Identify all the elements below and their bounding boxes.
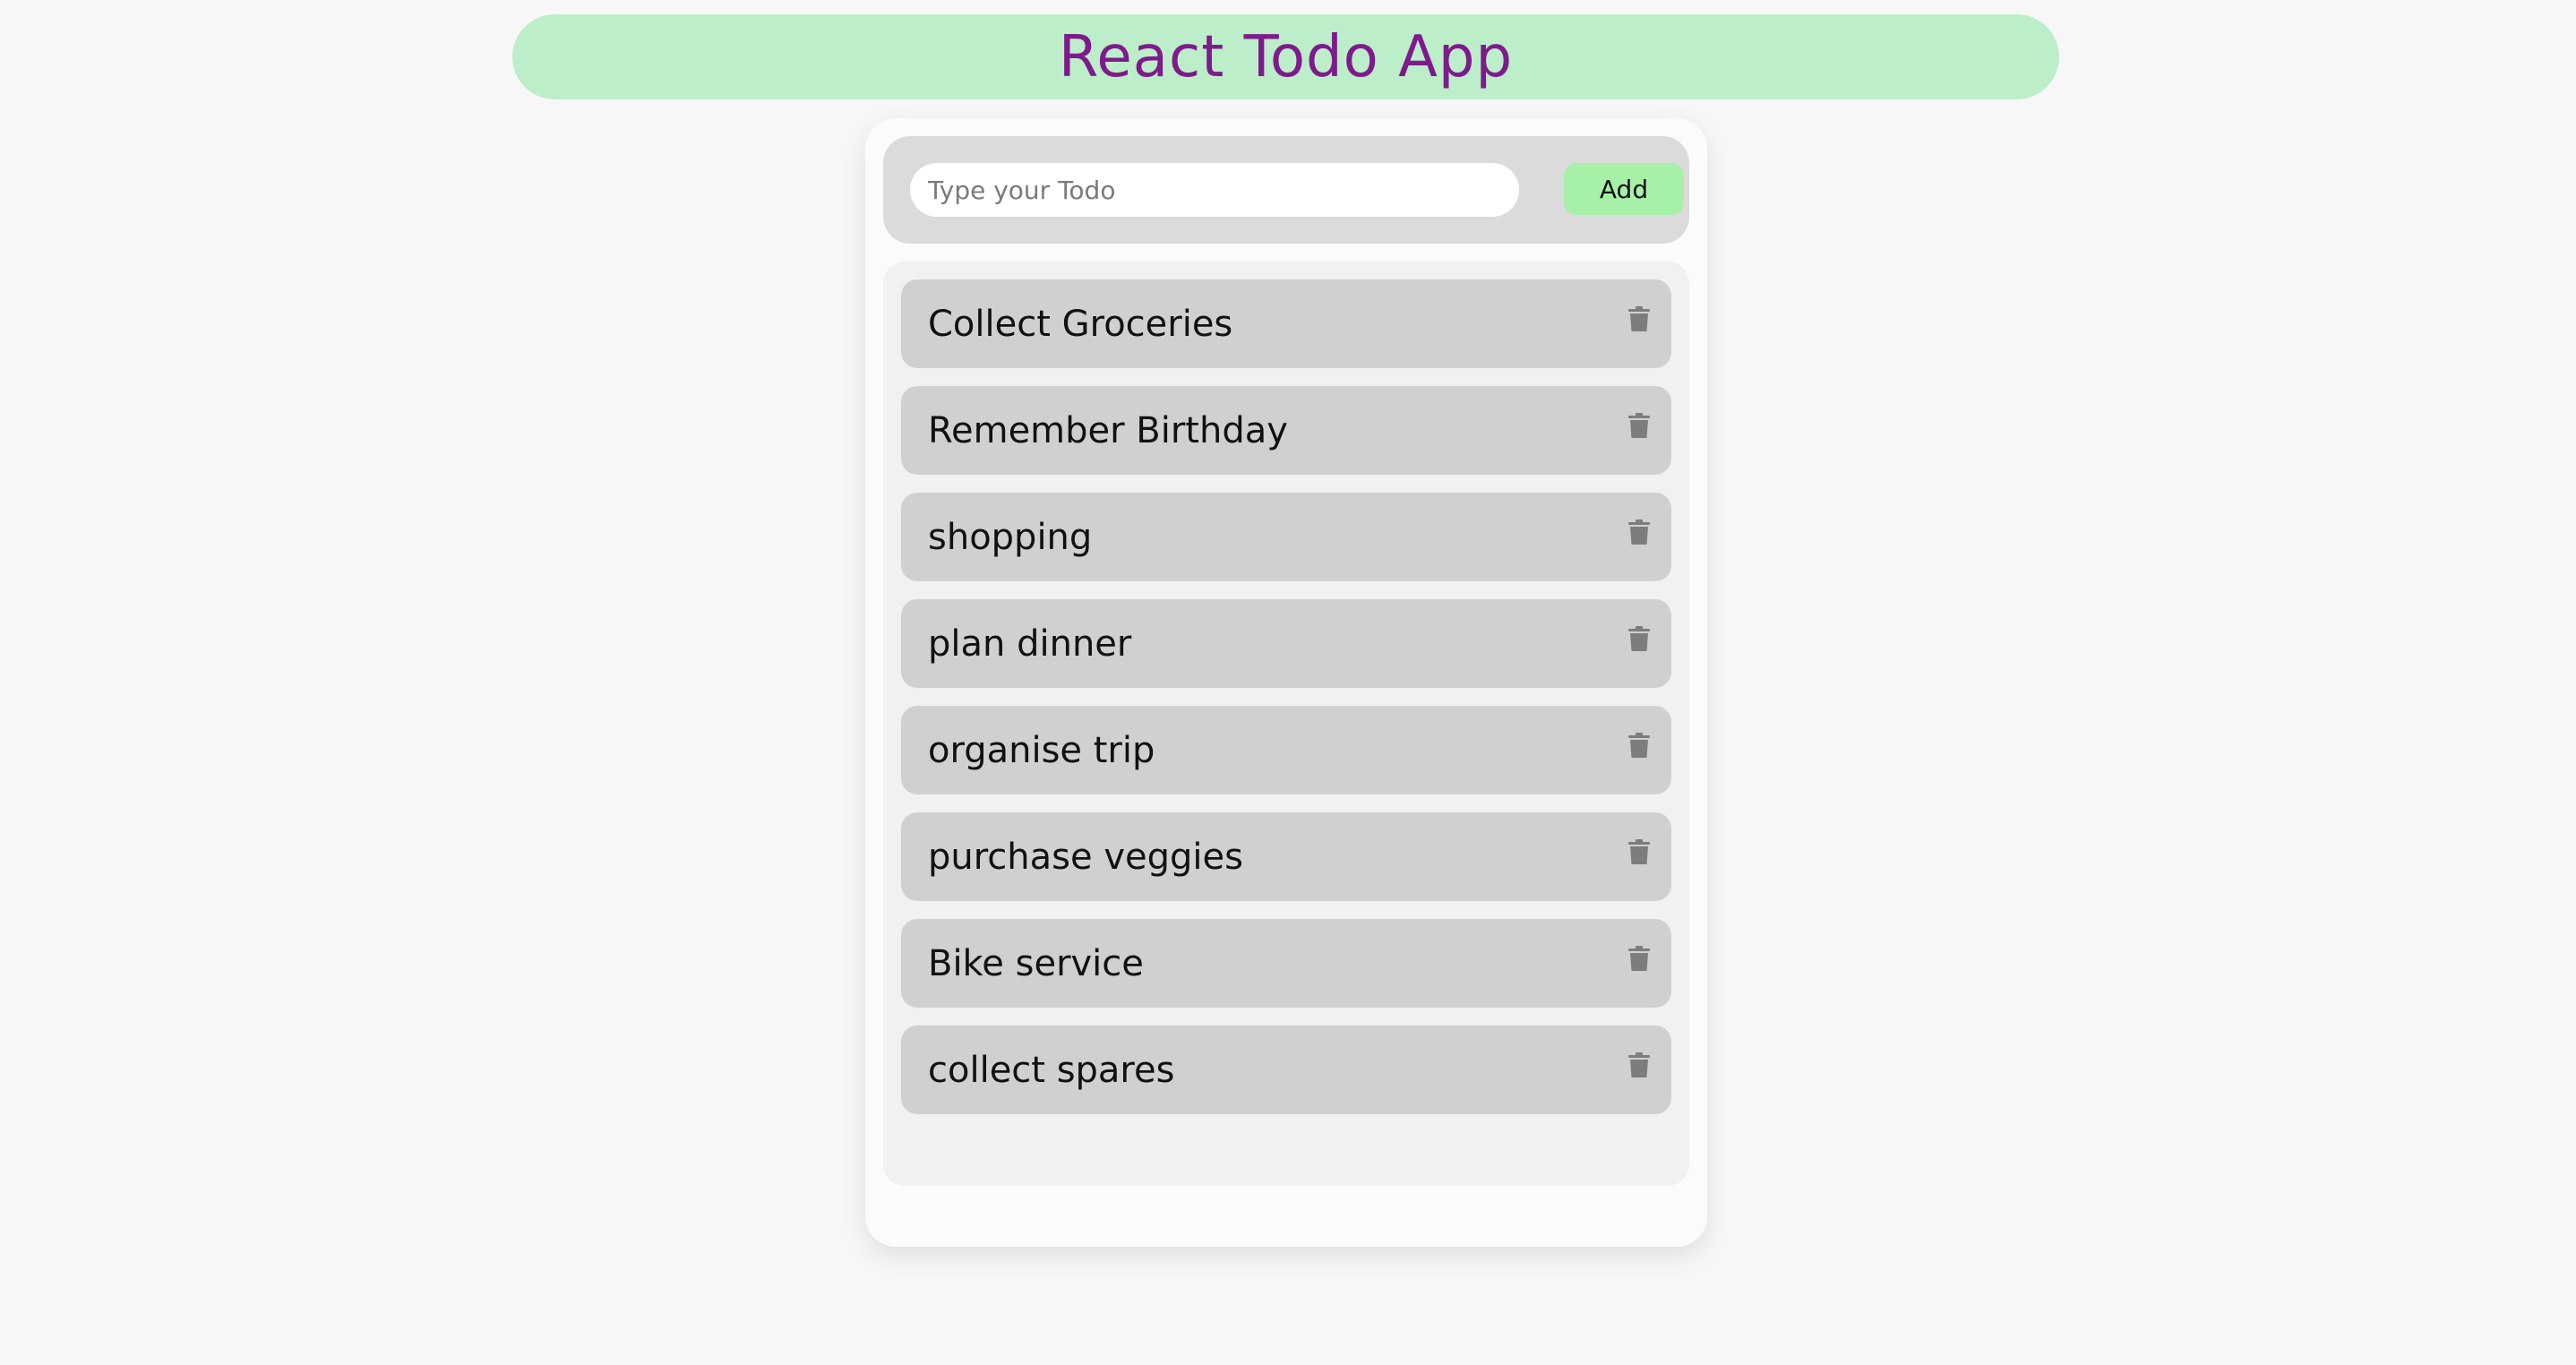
todo-form: Add bbox=[883, 136, 1689, 244]
page: React Todo App Add Collect Groceries Rem… bbox=[0, 0, 2576, 1365]
todo-text: Bike service bbox=[928, 942, 1144, 984]
todo-text: purchase veggies bbox=[928, 836, 1243, 878]
todo-item: plan dinner bbox=[901, 599, 1671, 688]
trash-icon[interactable] bbox=[1628, 1052, 1650, 1077]
app-title: React Todo App bbox=[1058, 23, 1514, 90]
todo-item: collect spares bbox=[901, 1026, 1671, 1114]
trash-icon[interactable] bbox=[1628, 626, 1650, 651]
add-button[interactable]: Add bbox=[1564, 163, 1684, 215]
trash-icon[interactable] bbox=[1628, 519, 1650, 545]
todo-item: shopping bbox=[901, 493, 1671, 581]
todo-text: shopping bbox=[928, 516, 1093, 558]
todo-input[interactable] bbox=[910, 163, 1519, 217]
todo-item: Collect Groceries bbox=[901, 279, 1671, 368]
trash-icon[interactable] bbox=[1628, 413, 1650, 438]
todo-text: organise trip bbox=[928, 729, 1155, 771]
trash-icon[interactable] bbox=[1628, 306, 1650, 331]
todo-item: purchase veggies bbox=[901, 812, 1671, 901]
todo-text: Remember Birthday bbox=[928, 409, 1288, 451]
todo-card: Add Collect Groceries Remember Birthday bbox=[865, 118, 1707, 1247]
todo-text: plan dinner bbox=[928, 622, 1132, 665]
todo-item: Bike service bbox=[901, 919, 1671, 1008]
todo-text: collect spares bbox=[928, 1049, 1175, 1091]
trash-icon[interactable] bbox=[1628, 733, 1650, 758]
todo-item: Remember Birthday bbox=[901, 386, 1671, 475]
app-header: React Todo App bbox=[512, 14, 2059, 99]
todo-list: Collect Groceries Remember Birthday shop… bbox=[883, 262, 1689, 1186]
trash-icon[interactable] bbox=[1628, 839, 1650, 864]
trash-icon[interactable] bbox=[1628, 946, 1650, 971]
todo-text: Collect Groceries bbox=[928, 303, 1233, 345]
todo-item: organise trip bbox=[901, 706, 1671, 794]
